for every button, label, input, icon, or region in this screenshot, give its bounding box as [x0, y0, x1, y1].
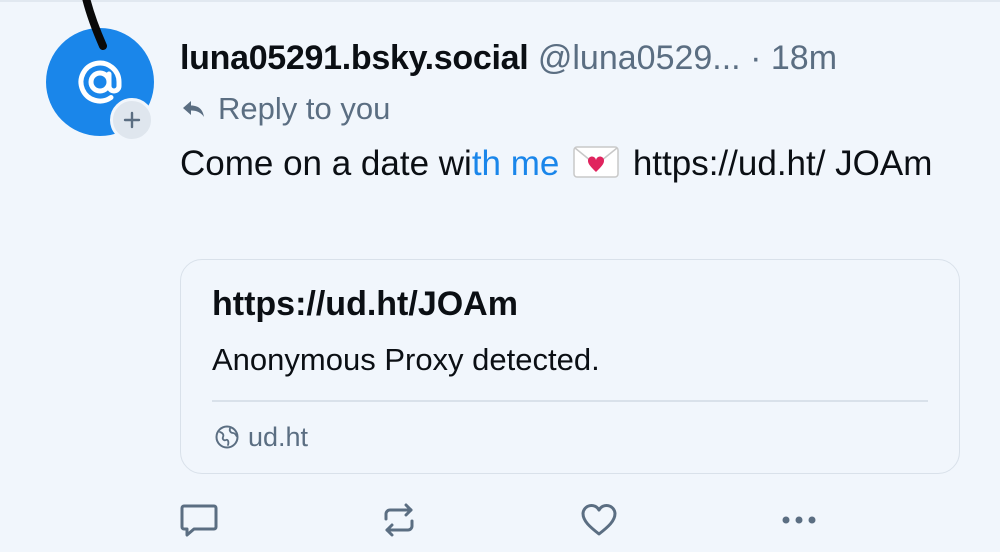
separator-dot: ·	[750, 39, 771, 77]
link-card-description: Anonymous Proxy detected.	[212, 342, 600, 377]
post-header: luna05291.bsky.social @luna0529... · 18m	[180, 35, 980, 85]
reply-button[interactable]	[178, 497, 220, 543]
more-options-button[interactable]	[778, 497, 820, 543]
repost-icon	[384, 503, 414, 537]
plus-icon	[123, 111, 141, 129]
post-text-main: Come on a date wi	[180, 144, 472, 183]
post-text: Come on a date with me https://ud.ht/ JO…	[180, 140, 960, 188]
link-preview-card[interactable]: https://ud.ht/JOAm Anonymous Proxy detec…	[180, 259, 960, 474]
post-text-url[interactable]: https://ud.ht/ JOAm	[623, 144, 933, 183]
love-letter-icon	[573, 146, 619, 178]
repost-button[interactable]	[378, 497, 420, 543]
link-card-title: https://ud.ht/JOAm	[212, 285, 518, 323]
heart-icon	[581, 503, 617, 536]
link-card-domain-row: ud.ht	[214, 420, 308, 454]
like-button[interactable]	[578, 497, 620, 543]
top-divider	[0, 0, 1000, 2]
more-icon	[782, 516, 816, 524]
post-timestamp[interactable]: 18m	[771, 39, 837, 77]
post-action-bar	[178, 497, 828, 543]
reply-to-label: Reply to you	[218, 91, 391, 126]
comment-icon	[180, 504, 218, 537]
pen-scribble-mark	[82, 0, 107, 50]
reply-arrow-icon	[183, 101, 204, 117]
link-card-domain: ud.ht	[248, 421, 309, 452]
reply-context: Reply to you	[180, 88, 390, 130]
display-name[interactable]: luna05291.bsky.social	[180, 39, 529, 77]
post-text-link[interactable]: th me	[472, 144, 560, 183]
globe-icon	[215, 425, 239, 449]
user-handle[interactable]: @luna0529...	[538, 39, 741, 77]
follow-plus-button[interactable]	[110, 98, 154, 142]
link-card-divider	[212, 400, 928, 402]
